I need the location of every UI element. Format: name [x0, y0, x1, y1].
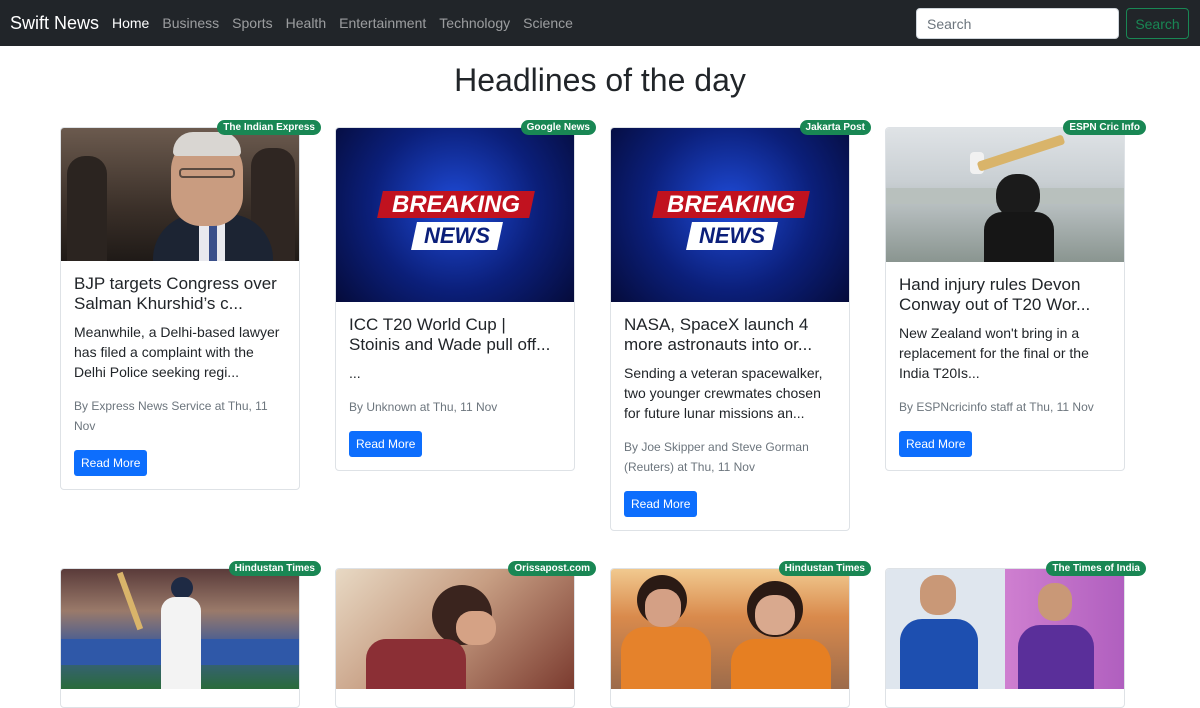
nav-link-technology[interactable]: Technology	[439, 14, 510, 32]
breaking-banner-text: BREAKING	[666, 191, 795, 218]
nav-link-sports[interactable]: Sports	[232, 14, 272, 32]
news-card: The Indian Express BJP targets Congress …	[60, 120, 321, 490]
news-card: The Times of India	[885, 561, 1146, 708]
read-more-button[interactable]: Read More	[624, 491, 698, 517]
navbar: Swift News Home Business Sports Health E…	[0, 0, 1200, 46]
card-image: BREAKING NEWS	[611, 128, 849, 302]
news-card: Hindustan Times	[610, 561, 871, 708]
card-body: NASA, SpaceX launch 4 more astronauts in…	[611, 302, 849, 530]
card-title[interactable]: Hand injury rules Devon Conway out of T2…	[899, 275, 1111, 315]
source-badge: Jakarta Post	[799, 120, 871, 135]
nav-link-home[interactable]: Home	[112, 14, 149, 32]
source-badge: Google News	[520, 120, 596, 135]
card-image	[61, 569, 299, 689]
read-more-button[interactable]: Read More	[899, 431, 973, 457]
read-more-button[interactable]: Read More	[349, 431, 423, 457]
news-card: Orissapost.com	[335, 561, 596, 708]
card-title[interactable]: ICC T20 World Cup | Stoinis and Wade pul…	[349, 315, 561, 355]
card-title[interactable]: NASA, SpaceX launch 4 more astronauts in…	[624, 315, 836, 355]
news-card: Jakarta Post BREAKING NEWS NASA, SpaceX …	[610, 120, 871, 531]
nav-link-health[interactable]: Health	[286, 14, 326, 32]
nav-links: Home Business Sports Health Entertainmen…	[112, 14, 573, 32]
news-banner-text: NEWS	[699, 223, 765, 248]
card-body: ICC T20 World Cup | Stoinis and Wade pul…	[336, 302, 574, 470]
card-description: Meanwhile, a Delhi-based lawyer has file…	[74, 324, 280, 380]
news-card: Hindustan Times	[60, 561, 321, 708]
card-image	[886, 569, 1124, 689]
card-image	[611, 569, 849, 689]
card-title[interactable]: BJP targets Congress over Salman Khurshi…	[74, 274, 286, 314]
nav-link-entertainment[interactable]: Entertainment	[339, 14, 426, 32]
source-badge: Orissapost.com	[508, 561, 596, 576]
brand-logo[interactable]: Swift News	[10, 11, 99, 35]
page-title: Headlines of the day	[454, 62, 746, 98]
source-badge: Hindustan Times	[228, 561, 321, 576]
card-image	[61, 128, 299, 261]
card-image	[886, 128, 1124, 262]
card-body: Hand injury rules Devon Conway out of T2…	[886, 262, 1124, 470]
card-description: ...	[349, 365, 361, 381]
card-description: New Zealand won't bring in a replacement…	[899, 325, 1089, 381]
card-image: BREAKING NEWS	[336, 128, 574, 302]
read-more-button[interactable]: Read More	[74, 450, 148, 476]
source-badge: Hindustan Times	[778, 561, 871, 576]
nav-link-science[interactable]: Science	[523, 14, 573, 32]
card-body: BJP targets Congress over Salman Khurshi…	[61, 261, 299, 489]
card-image	[336, 569, 574, 689]
search-button[interactable]: Search	[1126, 8, 1189, 39]
breaking-banner-text: BREAKING	[391, 191, 520, 218]
card-meta: By Joe Skipper and Steve Gorman (Reuters…	[624, 440, 809, 474]
card-description: Sending a veteran spacewalker, two young…	[624, 365, 823, 421]
news-banner-text: NEWS	[424, 223, 490, 248]
card-meta: By Unknown at Thu, 11 Nov	[349, 400, 498, 414]
card-meta: By Express News Service at Thu, 11 Nov	[74, 399, 268, 433]
news-card: Google News BREAKING NEWS ICC T20 World …	[335, 120, 596, 471]
nav-link-business[interactable]: Business	[162, 14, 219, 32]
search-input[interactable]	[916, 8, 1119, 39]
source-badge: ESPN Cric Info	[1063, 120, 1146, 135]
card-meta: By ESPNcricinfo staff at Thu, 11 Nov	[899, 400, 1094, 414]
news-card: ESPN Cric Info Hand injury rules Devon C…	[885, 120, 1146, 471]
source-badge: The Indian Express	[217, 120, 321, 135]
source-badge: The Times of India	[1046, 561, 1146, 576]
